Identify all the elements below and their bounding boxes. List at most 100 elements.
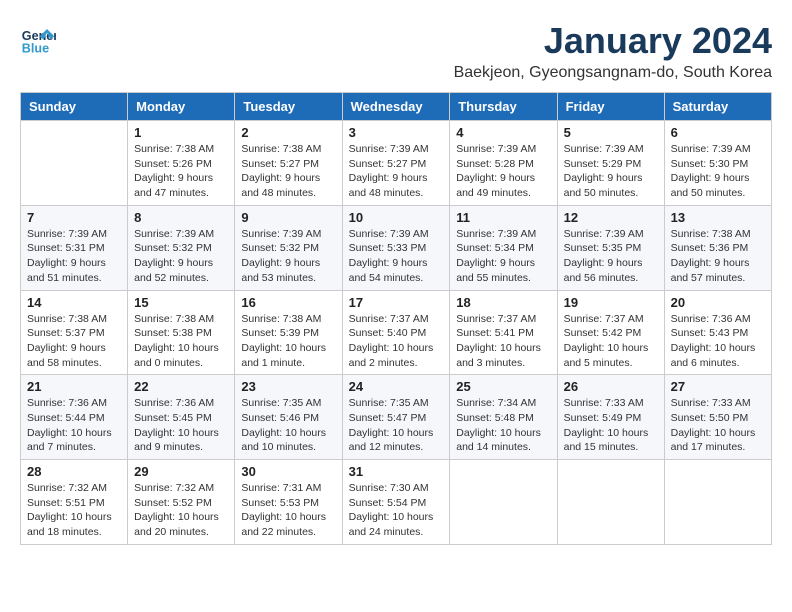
sunrise-time: Sunrise: 7:32 AM [134,481,228,496]
logo-icon: General Blue [20,20,56,56]
sunrise-time: Sunrise: 7:37 AM [456,312,550,327]
sunset-time: Sunset: 5:36 PM [671,241,765,256]
sunset-time: Sunset: 5:51 PM [27,496,121,511]
sunset-time: Sunset: 5:44 PM [27,411,121,426]
sunrise-time: Sunrise: 7:36 AM [671,312,765,327]
day-number: 17 [349,295,444,310]
daylight-hours: Daylight: 9 hours and 49 minutes. [456,171,550,200]
day-number: 25 [456,379,550,394]
day-info: Sunrise: 7:30 AM Sunset: 5:54 PM Dayligh… [349,481,444,540]
daylight-hours: Daylight: 9 hours and 52 minutes. [134,256,228,285]
sunset-time: Sunset: 5:31 PM [27,241,121,256]
calendar-day-cell: 2 Sunrise: 7:38 AM Sunset: 5:27 PM Dayli… [235,121,342,206]
calendar-day-cell: 20 Sunrise: 7:36 AM Sunset: 5:43 PM Dayl… [664,290,771,375]
day-number: 11 [456,210,550,225]
daylight-hours: Daylight: 10 hours and 10 minutes. [241,426,335,455]
sunset-time: Sunset: 5:32 PM [134,241,228,256]
day-info: Sunrise: 7:38 AM Sunset: 5:36 PM Dayligh… [671,227,765,286]
day-info: Sunrise: 7:38 AM Sunset: 5:38 PM Dayligh… [134,312,228,371]
daylight-hours: Daylight: 10 hours and 9 minutes. [134,426,228,455]
daylight-hours: Daylight: 10 hours and 24 minutes. [349,510,444,539]
sunset-time: Sunset: 5:28 PM [456,157,550,172]
weekday-header-cell: Friday [557,93,664,121]
sunset-time: Sunset: 5:50 PM [671,411,765,426]
day-number: 24 [349,379,444,394]
day-info: Sunrise: 7:31 AM Sunset: 5:53 PM Dayligh… [241,481,335,540]
day-number: 13 [671,210,765,225]
calendar-day-cell: 17 Sunrise: 7:37 AM Sunset: 5:40 PM Dayl… [342,290,450,375]
daylight-hours: Daylight: 10 hours and 20 minutes. [134,510,228,539]
title-section: January 2024 Baekjeon, Gyeongsangnam-do,… [454,20,772,82]
weekday-header-cell: Sunday [21,93,128,121]
daylight-hours: Daylight: 10 hours and 12 minutes. [349,426,444,455]
sunset-time: Sunset: 5:34 PM [456,241,550,256]
daylight-hours: Daylight: 9 hours and 53 minutes. [241,256,335,285]
daylight-hours: Daylight: 10 hours and 1 minute. [241,341,335,370]
daylight-hours: Daylight: 9 hours and 55 minutes. [456,256,550,285]
sunset-time: Sunset: 5:52 PM [134,496,228,511]
sunset-time: Sunset: 5:46 PM [241,411,335,426]
day-number: 27 [671,379,765,394]
day-number: 21 [27,379,121,394]
sunrise-time: Sunrise: 7:39 AM [456,142,550,157]
sunrise-time: Sunrise: 7:38 AM [241,142,335,157]
calendar-week-row: 21 Sunrise: 7:36 AM Sunset: 5:44 PM Dayl… [21,375,772,460]
sunrise-time: Sunrise: 7:39 AM [349,142,444,157]
calendar-day-cell: 31 Sunrise: 7:30 AM Sunset: 5:54 PM Dayl… [342,460,450,545]
sunrise-time: Sunrise: 7:33 AM [564,396,658,411]
day-number: 19 [564,295,658,310]
day-number: 30 [241,464,335,479]
sunset-time: Sunset: 5:42 PM [564,326,658,341]
sunrise-time: Sunrise: 7:36 AM [27,396,121,411]
sunset-time: Sunset: 5:35 PM [564,241,658,256]
calendar-week-row: 28 Sunrise: 7:32 AM Sunset: 5:51 PM Dayl… [21,460,772,545]
daylight-hours: Daylight: 10 hours and 5 minutes. [564,341,658,370]
sunset-time: Sunset: 5:39 PM [241,326,335,341]
sunrise-time: Sunrise: 7:33 AM [671,396,765,411]
calendar-day-cell: 27 Sunrise: 7:33 AM Sunset: 5:50 PM Dayl… [664,375,771,460]
weekday-header-cell: Thursday [450,93,557,121]
daylight-hours: Daylight: 10 hours and 22 minutes. [241,510,335,539]
calendar-day-cell: 4 Sunrise: 7:39 AM Sunset: 5:28 PM Dayli… [450,121,557,206]
daylight-hours: Daylight: 9 hours and 57 minutes. [671,256,765,285]
sunrise-time: Sunrise: 7:39 AM [349,227,444,242]
day-info: Sunrise: 7:36 AM Sunset: 5:44 PM Dayligh… [27,396,121,455]
calendar-day-cell [664,460,771,545]
calendar-day-cell: 30 Sunrise: 7:31 AM Sunset: 5:53 PM Dayl… [235,460,342,545]
sunrise-time: Sunrise: 7:35 AM [349,396,444,411]
sunset-time: Sunset: 5:40 PM [349,326,444,341]
weekday-header-cell: Saturday [664,93,771,121]
calendar-day-cell: 7 Sunrise: 7:39 AM Sunset: 5:31 PM Dayli… [21,205,128,290]
calendar-week-row: 7 Sunrise: 7:39 AM Sunset: 5:31 PM Dayli… [21,205,772,290]
calendar-day-cell: 18 Sunrise: 7:37 AM Sunset: 5:41 PM Dayl… [450,290,557,375]
calendar-day-cell: 29 Sunrise: 7:32 AM Sunset: 5:52 PM Dayl… [128,460,235,545]
day-info: Sunrise: 7:39 AM Sunset: 5:34 PM Dayligh… [456,227,550,286]
sunset-time: Sunset: 5:47 PM [349,411,444,426]
sunrise-time: Sunrise: 7:30 AM [349,481,444,496]
day-number: 31 [349,464,444,479]
daylight-hours: Daylight: 9 hours and 56 minutes. [564,256,658,285]
day-info: Sunrise: 7:32 AM Sunset: 5:52 PM Dayligh… [134,481,228,540]
sunrise-time: Sunrise: 7:37 AM [349,312,444,327]
day-number: 7 [27,210,121,225]
weekday-header-cell: Tuesday [235,93,342,121]
daylight-hours: Daylight: 9 hours and 47 minutes. [134,171,228,200]
sunrise-time: Sunrise: 7:39 AM [456,227,550,242]
calendar-day-cell: 1 Sunrise: 7:38 AM Sunset: 5:26 PM Dayli… [128,121,235,206]
daylight-hours: Daylight: 9 hours and 58 minutes. [27,341,121,370]
sunset-time: Sunset: 5:27 PM [241,157,335,172]
day-number: 4 [456,125,550,140]
day-number: 6 [671,125,765,140]
daylight-hours: Daylight: 9 hours and 50 minutes. [564,171,658,200]
day-info: Sunrise: 7:37 AM Sunset: 5:42 PM Dayligh… [564,312,658,371]
day-number: 2 [241,125,335,140]
day-number: 5 [564,125,658,140]
day-info: Sunrise: 7:34 AM Sunset: 5:48 PM Dayligh… [456,396,550,455]
sunset-time: Sunset: 5:45 PM [134,411,228,426]
weekday-header-row: SundayMondayTuesdayWednesdayThursdayFrid… [21,93,772,121]
day-info: Sunrise: 7:39 AM Sunset: 5:32 PM Dayligh… [241,227,335,286]
calendar-day-cell: 13 Sunrise: 7:38 AM Sunset: 5:36 PM Dayl… [664,205,771,290]
svg-text:Blue: Blue [22,41,49,55]
calendar-day-cell: 5 Sunrise: 7:39 AM Sunset: 5:29 PM Dayli… [557,121,664,206]
day-info: Sunrise: 7:39 AM Sunset: 5:32 PM Dayligh… [134,227,228,286]
